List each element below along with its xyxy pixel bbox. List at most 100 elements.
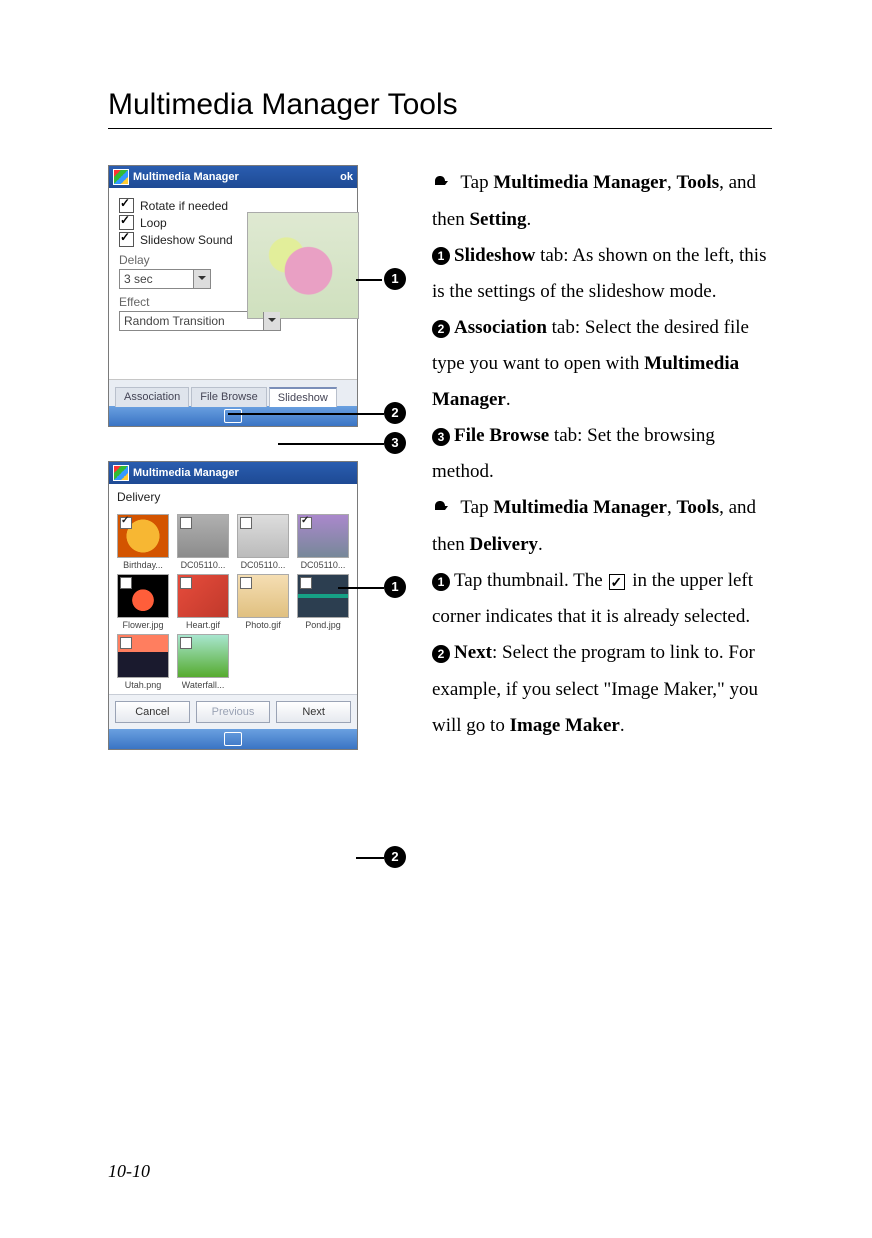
- tap-icon: [432, 166, 452, 202]
- ok-button[interactable]: ok: [340, 171, 353, 183]
- label-loop: Loop: [140, 216, 167, 230]
- content-columns: Multimedia Manager ok Rotate if needed L…: [108, 165, 772, 750]
- start-flag-icon: [113, 465, 129, 481]
- leader-line: [338, 587, 384, 589]
- checkbox-rotate[interactable]: [119, 198, 134, 213]
- thumbnail-caption: Heart.gif: [186, 620, 220, 630]
- thumbnail-caption: Utah.png: [125, 680, 162, 690]
- callout-bubble-1b: 1: [384, 576, 406, 598]
- thumbnail-image: [117, 574, 169, 618]
- selection-checkbox-icon: [240, 517, 252, 529]
- thumbnail-caption: Birthday...: [123, 560, 163, 570]
- label-rotate: Rotate if needed: [140, 199, 228, 213]
- bullet-number-2: 2: [432, 320, 450, 338]
- thumbnail[interactable]: Waterfall...: [175, 634, 231, 690]
- effect-value: Random Transition: [120, 314, 263, 328]
- selection-checkbox-icon: [180, 577, 192, 589]
- checked-box-icon: [609, 574, 625, 590]
- delay-combo[interactable]: 3 sec: [119, 269, 211, 289]
- volume-icon: [322, 170, 336, 184]
- keyboard-icon[interactable]: [224, 409, 242, 423]
- leader-line: [228, 413, 384, 415]
- thumbnail[interactable]: DC05110...: [175, 514, 231, 570]
- thumbnail[interactable]: Heart.gif: [175, 574, 231, 630]
- bullet-file-browse: 3File Browse tab: Set the browsing metho…: [432, 418, 772, 490]
- titlebar: Multimedia Manager ok: [109, 166, 357, 188]
- device-screenshot-delivery: Multimedia Manager Delivery Birthday... D…: [108, 461, 358, 750]
- thumbnail[interactable]: Photo.gif: [235, 574, 291, 630]
- chevron-down-icon: [263, 312, 280, 330]
- page-title: Multimedia Manager Tools: [108, 88, 772, 122]
- next-button[interactable]: Next: [276, 701, 351, 723]
- preview-image: [247, 212, 359, 319]
- bullet-number-1: 1: [432, 573, 450, 591]
- thumbnail-caption: Flower.jpg: [122, 620, 163, 630]
- leader-line: [356, 857, 384, 859]
- thumbnail-grid: Birthday... DC05110... DC05110... DC05110..…: [109, 510, 357, 694]
- signal-icon: [304, 170, 318, 184]
- label-sound: Slideshow Sound: [140, 233, 233, 247]
- selection-checkbox-icon: [120, 637, 132, 649]
- instruction-delivery: Tap Multimedia Manager, Tools, and then …: [432, 490, 772, 563]
- thumbnail[interactable]: DC05110...: [235, 514, 291, 570]
- connectivity-icon: [303, 466, 317, 480]
- thumbnail-caption: DC05110...: [241, 560, 286, 570]
- delay-value: 3 sec: [120, 272, 193, 286]
- tabs-strip: Association File Browse Slideshow: [109, 379, 357, 426]
- thumbnail[interactable]: DC05110...: [295, 514, 351, 570]
- instruction-setting: Tap Multimedia Manager, Tools, and then …: [432, 165, 772, 238]
- callout-bubble-2b: 2: [384, 846, 406, 868]
- callout-bubble-1: 1: [384, 268, 406, 290]
- cancel-button[interactable]: Cancel: [115, 701, 190, 723]
- leader-line: [356, 279, 382, 281]
- volume-icon: [339, 466, 353, 480]
- selection-checkbox-icon: [240, 577, 252, 589]
- thumbnail-image: [177, 514, 229, 558]
- app-title: Multimedia Manager: [133, 171, 282, 183]
- right-column: Tap Multimedia Manager, Tools, and then …: [432, 165, 772, 744]
- titlebar: Multimedia Manager: [109, 462, 357, 484]
- app-title: Multimedia Manager: [133, 467, 299, 479]
- bullet-number-1: 1: [432, 247, 450, 265]
- bullet-association: 2Association tab: Select the desired fil…: [432, 310, 772, 418]
- thumbnail[interactable]: Pond.jpg: [295, 574, 351, 630]
- chevron-down-icon: [193, 270, 210, 288]
- left-column: Multimedia Manager ok Rotate if needed L…: [108, 165, 408, 750]
- thumbnail-image: [117, 634, 169, 678]
- bullet-tap-thumbnail: 1Tap thumbnail. The in the upper left co…: [432, 563, 772, 635]
- bullet-number-3: 3: [432, 428, 450, 446]
- delivery-header: Delivery: [117, 490, 349, 504]
- sip-bar: [109, 729, 357, 749]
- thumbnail-image: [237, 514, 289, 558]
- tap-icon: [432, 491, 452, 527]
- thumbnail-caption: Waterfall...: [182, 680, 225, 690]
- callout-bubble-2: 2: [384, 402, 406, 424]
- thumbnail-caption: Photo.gif: [245, 620, 281, 630]
- tab-file-browse[interactable]: File Browse: [191, 387, 266, 407]
- selection-checkbox-icon: [120, 517, 132, 529]
- bullet-next: 2Next: Select the program to link to. Fo…: [432, 635, 772, 743]
- tab-association[interactable]: Association: [115, 387, 189, 407]
- signal-icon: [321, 466, 335, 480]
- selection-checkbox-icon: [120, 577, 132, 589]
- selection-checkbox-icon: [180, 517, 192, 529]
- thumbnail-image: [177, 634, 229, 678]
- previous-button[interactable]: Previous: [196, 701, 271, 723]
- thumbnail[interactable]: Utah.png: [115, 634, 171, 690]
- keyboard-icon[interactable]: [224, 732, 242, 746]
- thumbnail[interactable]: Flower.jpg: [115, 574, 171, 630]
- thumbnail-caption: DC05110...: [181, 560, 226, 570]
- connectivity-icon: [286, 170, 300, 184]
- checkbox-sound[interactable]: [119, 232, 134, 247]
- checkbox-loop[interactable]: [119, 215, 134, 230]
- start-flag-icon: [113, 169, 129, 185]
- leader-line: [278, 443, 384, 445]
- selection-checkbox-icon: [180, 637, 192, 649]
- device-screenshot-settings: Multimedia Manager ok Rotate if needed L…: [108, 165, 358, 427]
- selection-checkbox-icon: [300, 577, 312, 589]
- tab-slideshow[interactable]: Slideshow: [269, 387, 337, 407]
- thumbnail-image: [297, 514, 349, 558]
- sip-bar: [109, 406, 357, 426]
- thumbnail[interactable]: Birthday...: [115, 514, 171, 570]
- thumbnail-image: [117, 514, 169, 558]
